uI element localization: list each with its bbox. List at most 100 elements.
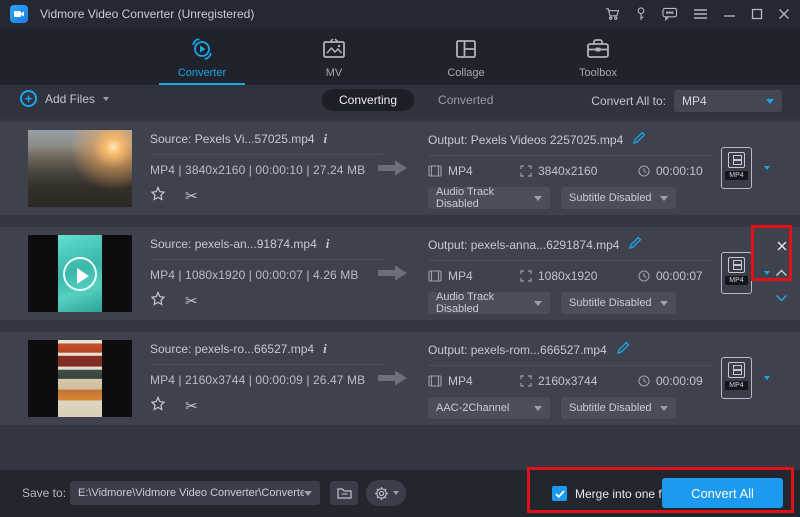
edit-pencil-icon[interactable] bbox=[616, 341, 630, 358]
main-nav: Converter MV Collage Toolbox bbox=[0, 28, 800, 85]
close-icon[interactable] bbox=[778, 8, 790, 20]
chevron-down-icon bbox=[304, 491, 312, 496]
cut-icon[interactable]: ✂ bbox=[185, 295, 198, 309]
tab-collage-label: Collage bbox=[447, 67, 484, 79]
output-filename: Output: pexels-anna...6291874.mp4 bbox=[428, 238, 619, 252]
subtitle-dropdown[interactable]: Subtitle Disabled bbox=[561, 187, 676, 209]
add-files-label: Add Files bbox=[45, 92, 95, 106]
cut-icon[interactable]: ✂ bbox=[185, 400, 198, 414]
output-format-badge[interactable]: MP4 bbox=[721, 252, 752, 294]
output-resolution: 1080x1920 bbox=[538, 269, 597, 283]
toolbar: + Add Files Converting Converted Convert… bbox=[0, 85, 800, 117]
edit-effects-icon[interactable] bbox=[150, 396, 166, 417]
merge-checkbox[interactable] bbox=[552, 486, 567, 501]
chevron-down-icon bbox=[393, 491, 399, 495]
edit-pencil-icon[interactable] bbox=[628, 236, 642, 253]
remove-file-icon[interactable] bbox=[776, 239, 788, 257]
bottom-bar: Save to: E:\Vidmore\Vidmore Video Conver… bbox=[0, 470, 800, 517]
tab-mv[interactable]: MV bbox=[291, 35, 377, 85]
add-files-button[interactable]: + Add Files bbox=[20, 90, 109, 107]
format-chevron-icon[interactable] bbox=[764, 376, 770, 380]
badge-label: MP4 bbox=[725, 276, 748, 285]
output-format-badge[interactable]: MP4 bbox=[721, 357, 752, 399]
row-controls bbox=[775, 239, 788, 307]
info-icon[interactable]: i bbox=[324, 131, 328, 147]
tab-toolbox[interactable]: Toolbox bbox=[555, 35, 641, 85]
menu-icon[interactable] bbox=[693, 8, 708, 20]
save-path-dropdown[interactable]: E:\Vidmore\Vidmore Video Converter\Conve… bbox=[70, 481, 320, 505]
feedback-icon[interactable] bbox=[662, 7, 678, 21]
subtitle-dropdown[interactable]: Subtitle Disabled bbox=[561, 397, 676, 419]
tab-toolbox-label: Toolbox bbox=[579, 67, 617, 79]
edit-pencil-icon[interactable] bbox=[632, 131, 646, 148]
edit-effects-icon[interactable] bbox=[150, 291, 166, 312]
save-to-label: Save to: bbox=[22, 486, 66, 500]
edit-effects-icon[interactable] bbox=[150, 186, 166, 207]
minimize-icon[interactable] bbox=[723, 8, 736, 20]
convert-all-button[interactable]: Convert All bbox=[662, 478, 783, 508]
output-duration: 00:00:09 bbox=[656, 374, 703, 388]
resolution-icon bbox=[520, 165, 532, 177]
chevron-down-icon[interactable] bbox=[103, 97, 109, 101]
merge-option[interactable]: Merge into one file bbox=[552, 486, 674, 501]
film-icon bbox=[728, 362, 745, 378]
resolution-icon bbox=[520, 270, 532, 282]
audio-track-value: Audio Track Disabled bbox=[436, 186, 534, 210]
divider bbox=[428, 155, 714, 156]
gear-icon bbox=[374, 486, 389, 501]
audio-track-dropdown[interactable]: Audio Track Disabled bbox=[428, 187, 550, 209]
film-icon bbox=[728, 257, 745, 273]
subtitle-value: Subtitle Disabled bbox=[569, 192, 652, 204]
maximize-icon[interactable] bbox=[751, 8, 763, 20]
app-logo-icon bbox=[10, 5, 28, 23]
chevron-down-icon bbox=[534, 406, 542, 411]
cut-icon[interactable]: ✂ bbox=[185, 190, 198, 204]
chevron-down-icon bbox=[660, 196, 668, 201]
output-filename: Output: pexels-rom...666527.mp4 bbox=[428, 343, 607, 357]
converted-tab[interactable]: Converted bbox=[438, 93, 493, 107]
app-window: Vidmore Video Converter (Unregistered) C… bbox=[0, 0, 800, 517]
output-format: MP4 bbox=[448, 269, 473, 283]
format-chevron-icon[interactable] bbox=[764, 271, 770, 275]
subtitle-value: Subtitle Disabled bbox=[569, 402, 652, 414]
tab-converter[interactable]: Converter bbox=[159, 35, 245, 85]
subtitle-dropdown[interactable]: Subtitle Disabled bbox=[561, 292, 676, 314]
divider bbox=[150, 364, 382, 365]
open-folder-button[interactable] bbox=[330, 481, 358, 505]
output-format: MP4 bbox=[448, 374, 473, 388]
info-icon[interactable]: i bbox=[323, 341, 327, 357]
source-meta: MP4 | 1080x1920 | 00:00:07 | 4.26 MB bbox=[150, 268, 382, 282]
video-thumbnail[interactable] bbox=[28, 340, 132, 417]
output-format-badge[interactable]: MP4 bbox=[721, 147, 752, 189]
divider bbox=[428, 365, 714, 366]
file-row-1: Source: Pexels Vi...57025.mp4 i MP4 | 38… bbox=[0, 122, 800, 215]
titlebar: Vidmore Video Converter (Unregistered) bbox=[0, 0, 800, 28]
file-row-2: Source: pexels-an...91874.mp4 i MP4 | 10… bbox=[0, 227, 800, 320]
converting-tab[interactable]: Converting bbox=[322, 89, 414, 111]
video-thumbnail[interactable] bbox=[28, 235, 132, 312]
move-up-icon[interactable] bbox=[775, 264, 788, 282]
chevron-down-icon bbox=[766, 99, 774, 104]
play-icon[interactable] bbox=[63, 257, 97, 291]
video-thumbnail[interactable] bbox=[28, 130, 132, 207]
divider bbox=[150, 259, 382, 260]
source-filename: Source: pexels-an...91874.mp4 bbox=[150, 237, 317, 251]
source-filename: Source: pexels-ro...66527.mp4 bbox=[150, 342, 314, 356]
tab-collage[interactable]: Collage bbox=[423, 35, 509, 85]
duration-icon bbox=[638, 165, 650, 177]
audio-track-dropdown[interactable]: Audio Track Disabled bbox=[428, 292, 550, 314]
key-icon[interactable] bbox=[635, 7, 647, 21]
format-chevron-icon[interactable] bbox=[764, 166, 770, 170]
move-down-icon[interactable] bbox=[775, 289, 788, 307]
convert-all-to-label: Convert All to: bbox=[591, 94, 666, 108]
audio-track-value: AAC-2Channel bbox=[436, 402, 509, 414]
settings-button[interactable] bbox=[366, 480, 406, 506]
duration-icon bbox=[638, 270, 650, 282]
convert-all-to-dropdown[interactable]: MP4 bbox=[674, 90, 782, 112]
cart-icon[interactable] bbox=[605, 7, 620, 21]
info-icon[interactable]: i bbox=[326, 236, 330, 252]
output-resolution: 2160x3744 bbox=[538, 374, 597, 388]
audio-track-dropdown[interactable]: AAC-2Channel bbox=[428, 397, 550, 419]
subtitle-value: Subtitle Disabled bbox=[569, 297, 652, 309]
chevron-down-icon bbox=[660, 301, 668, 306]
